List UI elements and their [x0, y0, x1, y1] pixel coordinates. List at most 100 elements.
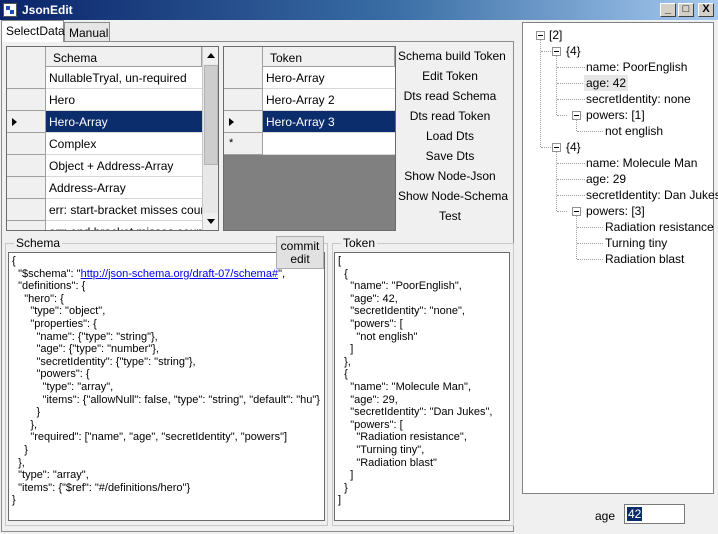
collapse-icon[interactable]: [572, 207, 581, 216]
tab-selectdata[interactable]: SelectData: [1, 20, 65, 42]
token-editor[interactable]: [ { "name": "PoorEnglish", "age": 42, "s…: [334, 252, 510, 521]
scroll-up-icon[interactable]: [203, 47, 218, 64]
token-cell[interactable]: Hero-Array: [263, 67, 395, 89]
row-header[interactable]: [7, 67, 46, 89]
schema-column-header[interactable]: Schema: [46, 47, 202, 67]
close-button[interactable]: X: [698, 3, 714, 17]
load-dts-button[interactable]: Load Dts: [398, 129, 502, 147]
current-row-arrow-icon: [12, 118, 17, 126]
row-header[interactable]: [7, 89, 46, 111]
tree-line: [577, 131, 603, 132]
row-header[interactable]: [7, 111, 46, 133]
table-row[interactable]: err: start-bracket misses coun...: [7, 199, 202, 221]
schema-cell[interactable]: Hero: [46, 89, 202, 111]
tree-node-array[interactable]: powers: [3]: [586, 203, 645, 219]
table-row[interactable]: Object + Address-Array: [7, 155, 202, 177]
token-grid[interactable]: Token Hero-Array Hero-Array 2 Hero-Array…: [223, 46, 396, 231]
schema-editor[interactable]: { "$schema": "http://json-schema.org/dra…: [8, 252, 325, 521]
show-node-json-button[interactable]: Show Node-Json: [398, 169, 502, 187]
row-header[interactable]: [7, 133, 46, 155]
minimize-button[interactable]: _: [660, 3, 676, 17]
collapse-icon[interactable]: [552, 47, 561, 56]
tab-manual[interactable]: Manual: [64, 22, 110, 42]
test-button[interactable]: Test: [398, 209, 502, 227]
tree-node-property[interactable]: name: Molecule Man: [586, 155, 697, 171]
row-header[interactable]: [7, 177, 46, 199]
tree-node-value[interactable]: not english: [605, 123, 663, 139]
row-header[interactable]: [7, 155, 46, 177]
table-row[interactable]: Hero-Array: [224, 67, 395, 89]
row-header[interactable]: [224, 89, 263, 111]
age-input[interactable]: 42: [624, 504, 685, 524]
new-row[interactable]: *: [224, 133, 395, 155]
row-header[interactable]: [224, 67, 263, 89]
token-group-title: Token: [341, 236, 378, 250]
collapse-icon[interactable]: [552, 143, 561, 152]
tree-line: [557, 67, 585, 68]
tree-node-value[interactable]: Radiation resistance: [605, 219, 714, 235]
token-cell[interactable]: Hero-Array 3: [263, 111, 395, 133]
schema-cell[interactable]: err: start-bracket misses coun...: [46, 199, 202, 221]
table-row-selected[interactable]: Hero-Array 3: [224, 111, 395, 133]
tree-node-property[interactable]: secretIdentity: Dan Jukes: [586, 187, 718, 203]
edit-token-button[interactable]: Edit Token: [398, 69, 502, 87]
row-header[interactable]: [7, 221, 46, 230]
tree-line: [576, 215, 577, 259]
schema-cell[interactable]: Address-Array: [46, 177, 202, 199]
schema-cell[interactable]: Object + Address-Array: [46, 155, 202, 177]
token-cell[interactable]: Hero-Array 2: [263, 89, 395, 111]
tree-node-property[interactable]: age: 29: [586, 171, 626, 187]
schema-text-open: {: [12, 255, 16, 267]
schema-link[interactable]: http://json-schema.org/draft-07/schema#: [81, 268, 278, 280]
dts-read-schema-button[interactable]: Dts read Schema: [398, 89, 502, 107]
collapse-icon[interactable]: [572, 111, 581, 120]
save-dts-button[interactable]: Save Dts: [398, 149, 502, 167]
dts-read-token-button[interactable]: Dts read Token: [398, 109, 502, 127]
table-row[interactable]: NullableTryal, un-required: [7, 67, 202, 89]
tree-line: [541, 147, 551, 148]
commit-edit-button[interactable]: commit edit: [276, 236, 324, 269]
schema-grid-scrollbar[interactable]: [202, 47, 218, 230]
tree-node-root[interactable]: [2]: [549, 27, 562, 43]
app-icon[interactable]: [3, 3, 17, 17]
window-title: JsonEdit: [22, 3, 73, 17]
schema-cell[interactable]: Hero-Array: [46, 111, 202, 133]
tree-node-array[interactable]: powers: [1]: [586, 107, 645, 123]
schema-text-line-end: ",: [278, 267, 286, 280]
schema-cell[interactable]: Complex: [46, 133, 202, 155]
table-row[interactable]: err: end bracket misses count: [7, 221, 202, 230]
schema-cell[interactable]: NullableTryal, un-required: [46, 67, 202, 89]
age-value: 42: [627, 507, 643, 521]
tree-node-property[interactable]: secretIdentity: none: [586, 91, 691, 107]
table-row[interactable]: Hero: [7, 89, 202, 111]
schema-grid[interactable]: Schema NullableTryal, un-required Hero H…: [6, 46, 219, 231]
title-bar: JsonEdit _ □ X: [0, 0, 718, 20]
tree-node-property-selected[interactable]: age: 42: [584, 75, 629, 91]
tree-node-object[interactable]: {4}: [566, 43, 581, 59]
maximize-button[interactable]: □: [678, 3, 694, 17]
tree-line: [541, 51, 551, 52]
schema-build-token-button[interactable]: Schema build Token: [398, 49, 506, 67]
token-cell-new[interactable]: [263, 133, 395, 155]
collapse-icon[interactable]: [536, 31, 545, 40]
row-header[interactable]: [224, 111, 263, 133]
schema-text-line: "$schema": ": [12, 267, 81, 280]
scroll-down-icon[interactable]: [203, 213, 218, 230]
scroll-thumb[interactable]: [204, 65, 218, 165]
tree-node-object[interactable]: {4}: [566, 139, 581, 155]
table-row[interactable]: Hero-Array 2: [224, 89, 395, 111]
row-header[interactable]: *: [224, 133, 263, 155]
table-row[interactable]: Address-Array: [7, 177, 202, 199]
tree-line: [577, 227, 603, 228]
tree-node-property[interactable]: name: PoorEnglish: [586, 59, 687, 75]
tree-node-value[interactable]: Turning tiny: [605, 235, 667, 251]
schema-cell[interactable]: err: end bracket misses count: [46, 221, 202, 230]
tree-node-value[interactable]: Radiation blast: [605, 251, 684, 267]
token-column-header[interactable]: Token: [263, 47, 395, 67]
show-node-schema-button[interactable]: Show Node-Schema: [398, 189, 508, 207]
json-tree-view[interactable]: [2] {4} name: PoorEnglish age: 42 secret…: [522, 22, 718, 494]
table-row-selected[interactable]: Hero-Array: [7, 111, 202, 133]
table-row[interactable]: Complex: [7, 133, 202, 155]
tree-line: [577, 243, 603, 244]
row-header[interactable]: [7, 199, 46, 221]
